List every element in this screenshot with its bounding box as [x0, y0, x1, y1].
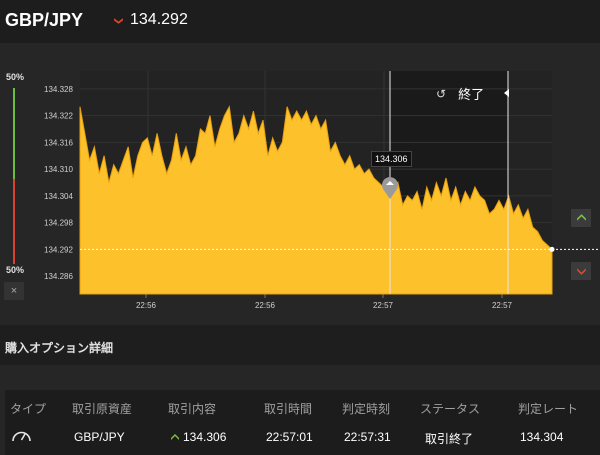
y-tick-label: 134.304 — [44, 192, 73, 201]
y-tick-label: 134.328 — [44, 85, 73, 94]
purchase-details-header: 購入オプション詳細 — [0, 325, 600, 365]
col-header-type: タイプ — [10, 402, 47, 416]
entry-rate-tooltip: 134.306 — [371, 151, 412, 167]
gauge-icon — [12, 431, 31, 442]
y-tick-label: 134.298 — [44, 219, 73, 228]
chevron-up-icon — [171, 434, 179, 440]
y-tick-label: 134.322 — [44, 112, 73, 121]
x-tick-label: 22:56 — [136, 301, 157, 310]
expiry-label: ↺ 終了 — [436, 84, 484, 103]
cell-asset: GBP/JPY — [74, 430, 125, 444]
high-button[interactable] — [571, 209, 591, 227]
current-rate-display: 134.292 — [113, 11, 188, 29]
col-header-asset: 取引原資産 — [72, 402, 133, 416]
expiry-arrow-icon — [504, 89, 509, 97]
price-chart: 134.328 134.322 134.316 134.310 134.304 134.2… — [44, 71, 600, 310]
cell-judge-time: 22:57:31 — [344, 430, 391, 444]
x-tick-label: 22:57 — [373, 301, 394, 310]
section-title: 購入オプション詳細 — [5, 341, 114, 355]
col-header-content: 取引内容 — [168, 402, 217, 416]
cell-content: 134.306 — [170, 430, 226, 444]
cell-content-rate: 134.306 — [183, 430, 227, 444]
col-header-judge-time: 判定時刻 — [342, 402, 391, 416]
col-header-status: ステータス — [420, 402, 481, 416]
col-header-trade-time: 取引時間 — [264, 402, 313, 416]
current-rate-dot — [549, 246, 555, 252]
cell-status: 取引終了 — [425, 432, 474, 446]
y-tick-label: 134.310 — [44, 165, 73, 174]
currency-pair-title: GBP/JPY — [5, 10, 84, 30]
low-button[interactable] — [571, 262, 591, 280]
col-header-judge-rate: 判定レート — [518, 402, 579, 416]
expiry-text: 終了 — [458, 87, 485, 102]
y-tick-label: 134.316 — [44, 138, 73, 147]
y-tick-label: 134.292 — [44, 245, 73, 254]
triangle-down-icon — [114, 17, 123, 24]
header-bar: GBP/JPY 134.292 — [0, 0, 600, 43]
current-rate: 134.292 — [130, 11, 188, 28]
cell-judge-rate: 134.304 — [520, 430, 564, 444]
chevron-up-icon — [576, 214, 586, 221]
history-clock-icon: ↺ — [436, 86, 447, 101]
cell-trade-time: 22:57:01 — [266, 430, 313, 444]
x-tick-label: 22:57 — [492, 301, 513, 310]
x-tick-label: 22:56 — [255, 301, 276, 310]
chevron-down-icon — [576, 268, 586, 275]
details-table: タイプ 取引原資産 取引内容 取引時間 判定時刻 ステータス 判定レート GBP… — [5, 390, 600, 455]
y-tick-label: 134.286 — [44, 272, 73, 281]
